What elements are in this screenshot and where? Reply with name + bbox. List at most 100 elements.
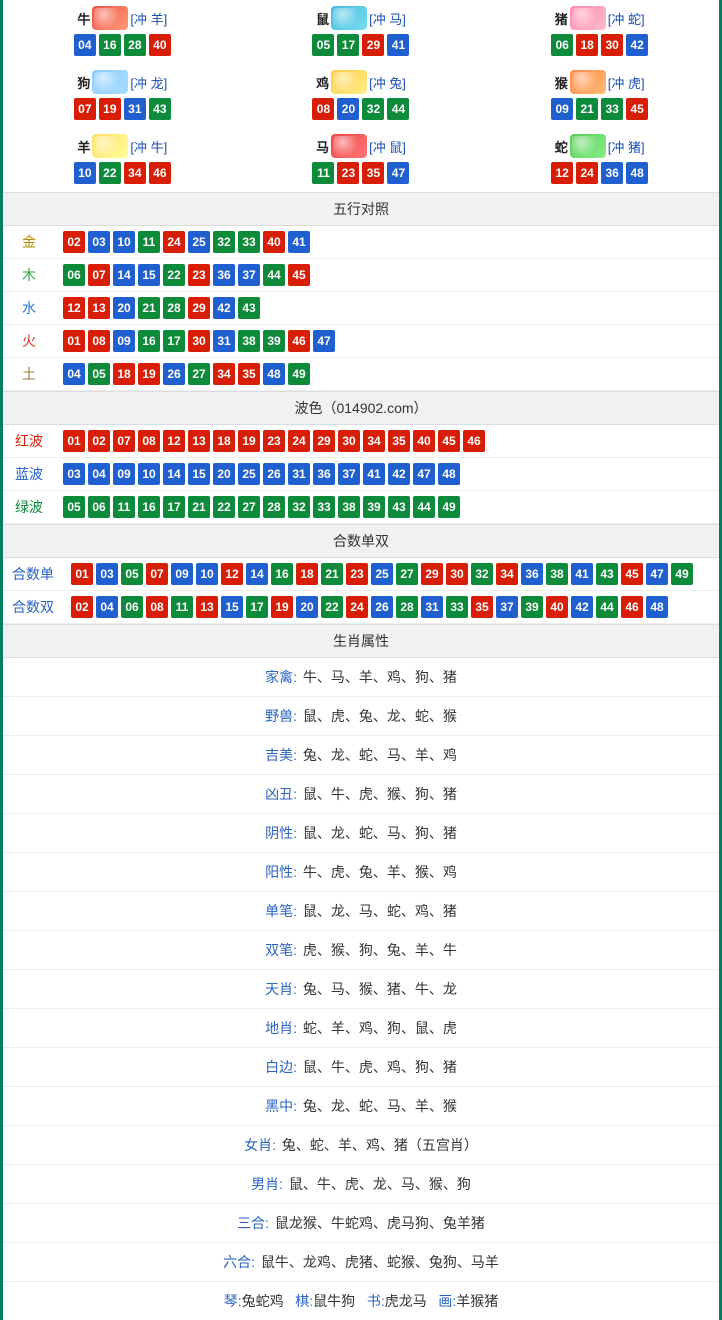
- attr-row: 野兽: 鼠、虎、兔、龙、蛇、猴: [3, 697, 719, 736]
- attr-value: 兔、龙、蛇、马、羊、猴: [303, 1098, 457, 1114]
- number-ball: 44: [387, 98, 409, 120]
- number-ball: 29: [362, 34, 384, 56]
- number-ball: 01: [71, 563, 93, 585]
- number-ball: 16: [138, 496, 160, 518]
- attr-row: 三合: 鼠龙猴、牛蛇鸡、虎马狗、兔羊猪: [3, 1204, 719, 1243]
- number-ball: 11: [113, 496, 135, 518]
- attr-value: 牛、虎、兔、羊、猴、鸡: [303, 864, 457, 880]
- number-ball: 29: [421, 563, 443, 585]
- number-ball: 10: [113, 231, 135, 253]
- number-ball: 36: [521, 563, 543, 585]
- number-ball: 03: [96, 563, 118, 585]
- number-ball: 15: [138, 264, 160, 286]
- attr-row: 阳性: 牛、虎、兔、羊、猴、鸡: [3, 853, 719, 892]
- number-ball: 25: [238, 463, 260, 485]
- zodiac-icon: [92, 70, 128, 94]
- number-ball: 19: [99, 98, 121, 120]
- number-ball: 41: [363, 463, 385, 485]
- zodiac-clash: [冲 蛇]: [608, 9, 645, 28]
- number-ball: 40: [263, 231, 285, 253]
- attr-value: 牛、马、羊、鸡、狗、猪: [303, 669, 457, 685]
- number-ball: 15: [221, 596, 243, 618]
- number-ball: 06: [63, 264, 85, 286]
- number-ball: 22: [99, 162, 121, 184]
- number-ball: 45: [621, 563, 643, 585]
- number-ball: 08: [88, 330, 110, 352]
- number-ball: 16: [271, 563, 293, 585]
- number-ball: 30: [446, 563, 468, 585]
- attr-row: 吉美: 兔、龙、蛇、马、羊、鸡: [3, 736, 719, 775]
- number-ball: 07: [74, 98, 96, 120]
- attr-key: 黑中:: [265, 1098, 297, 1114]
- heshu-row: 合数单0103050709101214161821232527293032343…: [3, 558, 719, 591]
- number-ball: 35: [388, 430, 410, 452]
- number-ball: 18: [213, 430, 235, 452]
- zodiac-clash: [冲 兔]: [369, 73, 406, 92]
- number-ball: 25: [371, 563, 393, 585]
- attr-row: 女肖: 兔、蛇、羊、鸡、猪（五宫肖）: [3, 1126, 719, 1165]
- number-ball: 04: [96, 596, 118, 618]
- number-ball: 12: [551, 162, 573, 184]
- number-ball: 05: [88, 363, 110, 385]
- number-ball: 16: [138, 330, 160, 352]
- number-ball: 46: [621, 596, 643, 618]
- number-ball: 24: [288, 430, 310, 452]
- attr-value: 鼠、龙、蛇、马、狗、猪: [303, 825, 457, 841]
- number-ball: 43: [596, 563, 618, 585]
- bose-table: 红波0102070812131819232429303435404546蓝波03…: [3, 425, 719, 524]
- number-ball: 39: [521, 596, 543, 618]
- number-ball: 12: [221, 563, 243, 585]
- page-container: 牛[冲 羊]04162840鼠[冲 马]05172941猪[冲 蛇]061830…: [0, 0, 722, 1320]
- number-ball: 03: [63, 463, 85, 485]
- attr-key: 书:: [367, 1293, 385, 1309]
- section-shengxiao-title: 生肖属性: [3, 624, 719, 658]
- number-ball: 37: [338, 463, 360, 485]
- number-ball: 38: [546, 563, 568, 585]
- attr-value: 鼠、龙、马、蛇、鸡、猪: [303, 903, 457, 919]
- number-ball: 35: [238, 363, 260, 385]
- heshu-row: 合数双0204060811131517192022242628313335373…: [3, 591, 719, 624]
- number-ball: 22: [213, 496, 235, 518]
- bose-label: 红波: [3, 425, 55, 458]
- number-ball: 05: [63, 496, 85, 518]
- number-ball: 35: [362, 162, 384, 184]
- number-ball: 23: [263, 430, 285, 452]
- number-ball: 26: [263, 463, 285, 485]
- number-ball: 21: [576, 98, 598, 120]
- number-ball: 02: [88, 430, 110, 452]
- number-ball: 40: [413, 430, 435, 452]
- zodiac-clash: [冲 虎]: [608, 73, 645, 92]
- number-ball: 07: [113, 430, 135, 452]
- attr-value: 鼠、牛、虎、鸡、狗、猪: [303, 1059, 457, 1075]
- heshu-label: 合数单: [3, 558, 63, 591]
- number-ball: 32: [362, 98, 384, 120]
- number-ball: 01: [63, 330, 85, 352]
- number-ball: 27: [188, 363, 210, 385]
- number-ball: 01: [63, 430, 85, 452]
- attr-key: 天肖:: [265, 981, 297, 997]
- number-ball: 41: [387, 34, 409, 56]
- number-ball: 14: [246, 563, 268, 585]
- number-ball: 30: [188, 330, 210, 352]
- attr-value: 鼠、虎、兔、龙、蛇、猴: [303, 708, 457, 724]
- number-ball: 42: [571, 596, 593, 618]
- number-ball: 02: [71, 596, 93, 618]
- number-ball: 06: [88, 496, 110, 518]
- attrs-list: 家禽: 牛、马、羊、鸡、狗、猪野兽: 鼠、虎、兔、龙、蛇、猴吉美: 兔、龙、蛇、…: [3, 658, 719, 1320]
- zodiac-name: 马: [316, 137, 329, 156]
- number-ball: 28: [263, 496, 285, 518]
- attr-key: 双笔:: [265, 942, 297, 958]
- number-ball: 08: [138, 430, 160, 452]
- number-ball: 32: [288, 496, 310, 518]
- number-ball: 30: [601, 34, 623, 56]
- number-ball: 40: [546, 596, 568, 618]
- number-ball: 16: [99, 34, 121, 56]
- number-ball: 38: [238, 330, 260, 352]
- wuxing-row: 木06071415222336374445: [3, 259, 719, 292]
- number-ball: 19: [138, 363, 160, 385]
- zodiac-name: 羊: [77, 137, 90, 156]
- number-ball: 14: [113, 264, 135, 286]
- zodiac-clash: [冲 鼠]: [369, 137, 406, 156]
- attr-row: 天肖: 兔、马、猴、猪、牛、龙: [3, 970, 719, 1009]
- section-heshu-title: 合数单双: [3, 524, 719, 558]
